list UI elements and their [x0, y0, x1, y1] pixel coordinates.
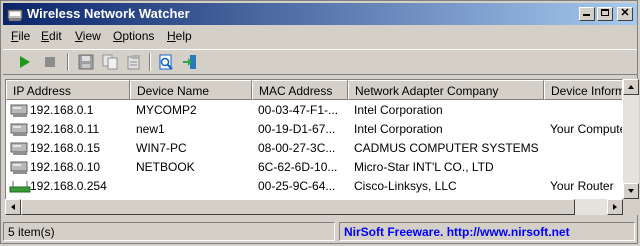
device-name-cell: MYCOMP2: [136, 103, 197, 117]
column-header-device-name[interactable]: Device Name: [130, 80, 252, 100]
toolbar-separator: [149, 53, 151, 71]
mac-address-cell: 00-25-9C-64...: [258, 179, 336, 193]
horizontal-scrollbar[interactable]: [5, 199, 623, 215]
column-header-adapter-company[interactable]: Network Adapter Company: [348, 80, 544, 100]
mac-address-cell: 6C-62-6D-10...: [258, 160, 338, 174]
ip-address-cell: 192.168.0.15: [30, 141, 101, 155]
table-row[interactable]: 192.168.0.1 MYCOMP2 00-03-47-F1-... Inte…: [6, 101, 622, 120]
stop-button[interactable]: [39, 52, 61, 72]
device-name-cell: NETBOOK: [136, 160, 195, 174]
window-title: Wireless Network Watcher: [27, 6, 190, 21]
arrow-down-icon: [628, 189, 634, 193]
close-icon: ✕: [620, 7, 630, 19]
adapter-company-cell: Intel Corporation: [354, 122, 443, 136]
column-header-mac-address[interactable]: MAC Address: [252, 80, 348, 100]
close-button[interactable]: ✕: [617, 7, 633, 21]
ip-address-cell: 192.168.0.1: [30, 103, 94, 117]
device-info-cell: Your Router: [550, 179, 614, 193]
device-info-cell: Your Computer: [550, 122, 623, 136]
save-button[interactable]: [75, 52, 97, 72]
menu-view[interactable]: View: [75, 29, 101, 43]
copy-button[interactable]: [99, 52, 121, 72]
scroll-left-button[interactable]: [5, 199, 21, 215]
ip-address-cell: 192.168.0.10: [30, 160, 101, 174]
adapter-company-cell: Cisco-Linksys, LLC: [354, 179, 457, 193]
menu-help[interactable]: Help: [167, 29, 192, 43]
exit-icon: [183, 55, 196, 69]
mac-address-cell: 00-03-47-F1-...: [258, 103, 339, 117]
title-bar[interactable]: Wireless Network Watcher ✕: [3, 3, 637, 25]
table-row[interactable]: 192.168.0.10 NETBOOK 6C-62-6D-10... Micr…: [6, 158, 622, 177]
computer-icon: [10, 142, 28, 155]
properties-icon: [127, 55, 140, 70]
item-count: 5 item(s): [3, 222, 335, 241]
mac-address-cell: 08-00-27-3C...: [258, 141, 336, 155]
router-icon: [9, 181, 31, 193]
computer-icon: [10, 123, 28, 136]
scroll-down-button[interactable]: [623, 183, 639, 199]
computer-icon: [10, 161, 28, 174]
scrollbar-corner: [623, 199, 639, 215]
adapter-company-cell: Intel Corporation: [354, 103, 443, 117]
mac-address-cell: 00-19-D1-67...: [258, 122, 336, 136]
table-row[interactable]: 192.168.0.11 new1 00-19-D1-67... Intel C…: [6, 120, 623, 139]
properties-button[interactable]: [123, 52, 145, 72]
arrow-left-icon: [11, 204, 15, 210]
menu-file[interactable]: File: [11, 29, 30, 43]
main-window: Wireless Network Watcher ✕ File Edit Vie…: [0, 0, 639, 244]
toolbar-separator: [67, 53, 69, 71]
minimize-icon: [583, 14, 590, 16]
html-report-button[interactable]: [155, 52, 177, 72]
html-report-icon: [159, 54, 173, 70]
device-name-cell: WIN7-PC: [136, 141, 187, 155]
start-button[interactable]: [13, 52, 35, 72]
scroll-up-button[interactable]: [623, 79, 639, 95]
table-row[interactable]: 192.168.0.15 WIN7-PC 08-00-27-3C... CADM…: [6, 139, 622, 158]
arrow-right-icon: [613, 204, 617, 210]
ip-address-cell: 192.168.0.11: [30, 122, 100, 136]
menu-options[interactable]: Options: [113, 29, 154, 43]
device-name-cell: new1: [136, 122, 165, 136]
app-icon: [7, 9, 23, 21]
vertical-scrollbar[interactable]: [623, 79, 639, 199]
device-list[interactable]: IP Address Device Name MAC Address Netwo…: [5, 79, 623, 215]
menu-edit[interactable]: Edit: [41, 29, 62, 43]
save-icon: [78, 54, 94, 70]
menu-bar: File Edit View Options Help: [3, 27, 637, 47]
column-header-device-information[interactable]: Device Informati: [544, 80, 622, 100]
scroll-right-button[interactable]: [607, 199, 623, 215]
nirsoft-link[interactable]: NirSoft Freeware. http://www.nirsoft.net: [339, 222, 635, 241]
arrow-up-icon: [628, 85, 634, 89]
scroll-thumb[interactable]: [21, 199, 575, 215]
adapter-company-cell: Micro-Star INT'L CO., LTD: [354, 160, 494, 174]
minimize-button[interactable]: [579, 7, 595, 21]
maximize-icon: [601, 9, 609, 16]
stop-icon: [45, 57, 55, 67]
copy-icon: [102, 54, 118, 70]
maximize-button[interactable]: [597, 7, 613, 21]
column-header-ip-address[interactable]: IP Address: [6, 80, 130, 100]
exit-button[interactable]: [179, 52, 201, 72]
adapter-company-cell: CADMUS COMPUTER SYSTEMS: [354, 141, 539, 155]
table-row[interactable]: 192.168.0.254 00-25-9C-64... Cisco-Links…: [6, 177, 622, 196]
play-icon: [20, 56, 30, 68]
status-bar: 5 item(s) NirSoft Freeware. http://www.n…: [3, 220, 637, 242]
toolbar: [3, 49, 637, 75]
computer-icon: [10, 104, 28, 117]
ip-address-cell: 192.168.0.254: [30, 179, 107, 193]
